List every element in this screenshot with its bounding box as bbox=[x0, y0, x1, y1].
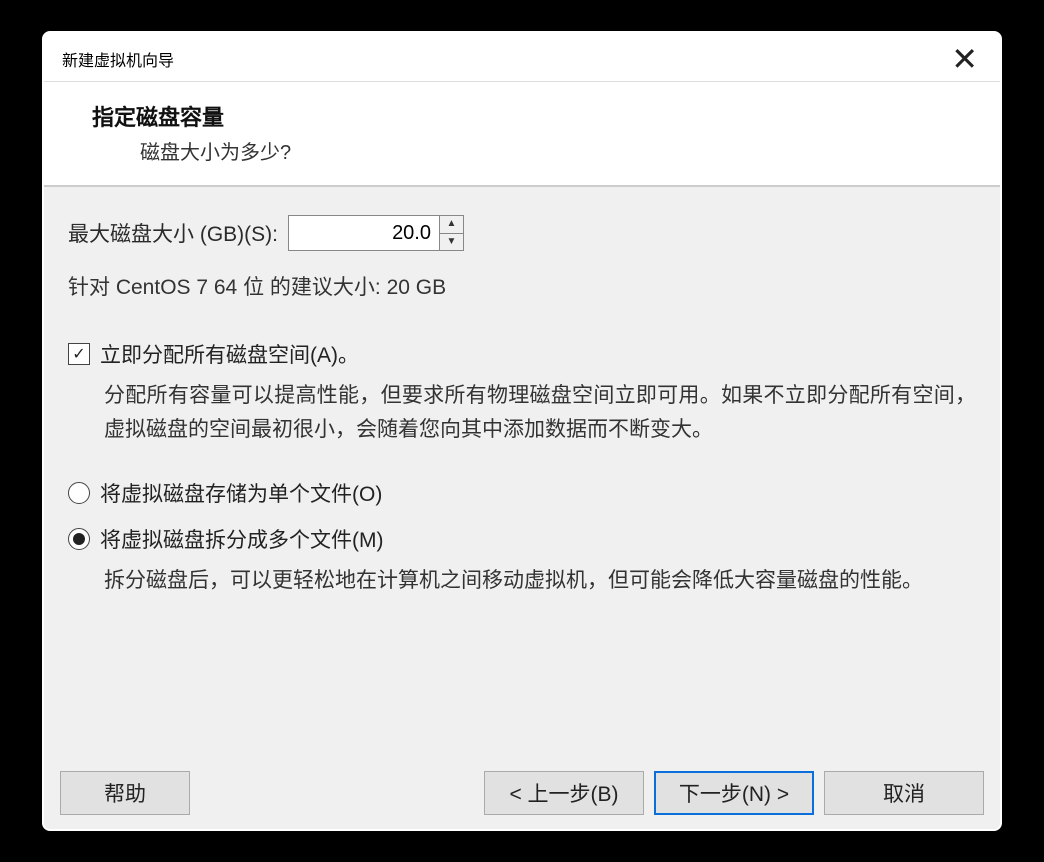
split-files-radio[interactable] bbox=[68, 528, 90, 550]
split-files-desc: 拆分磁盘后，可以更轻松地在计算机之间移动虚拟机，但可能会降低大容量磁盘的性能。 bbox=[104, 564, 976, 598]
page-title: 指定磁盘容量 bbox=[92, 100, 968, 132]
disk-size-input[interactable] bbox=[289, 216, 439, 250]
window-title: 新建虚拟机向导 bbox=[62, 47, 174, 71]
recommended-size-text: 针对 CentOS 7 64 位 的建议大小: 20 GB bbox=[68, 271, 976, 301]
single-file-label[interactable]: 将虚拟磁盘存储为单个文件(O) bbox=[100, 478, 382, 508]
spinner-down-icon[interactable]: ▼ bbox=[440, 234, 463, 251]
allocate-now-row[interactable]: ✓ 立即分配所有磁盘空间(A)。 bbox=[68, 339, 976, 369]
wizard-header: 指定磁盘容量 磁盘大小为多少? bbox=[44, 82, 1000, 187]
disk-size-label: 最大磁盘大小 (GB)(S): bbox=[68, 218, 278, 248]
spinner-buttons: ▲ ▼ bbox=[439, 216, 463, 250]
single-file-radio[interactable] bbox=[68, 482, 90, 504]
titlebar: 新建虚拟机向导 ✕ bbox=[44, 33, 1000, 82]
page-subtitle: 磁盘大小为多少? bbox=[140, 136, 968, 165]
wizard-content: 最大磁盘大小 (GB)(S): ▲ ▼ 针对 CentOS 7 64 位 的建议… bbox=[44, 187, 1000, 761]
spinner-up-icon[interactable]: ▲ bbox=[440, 216, 463, 234]
new-vm-wizard-dialog: 新建虚拟机向导 ✕ 指定磁盘容量 磁盘大小为多少? 最大磁盘大小 (GB)(S)… bbox=[42, 31, 1002, 831]
disk-size-spinner[interactable]: ▲ ▼ bbox=[288, 215, 464, 251]
allocate-now-label[interactable]: 立即分配所有磁盘空间(A)。 bbox=[100, 339, 359, 369]
split-files-row[interactable]: 将虚拟磁盘拆分成多个文件(M) bbox=[68, 524, 976, 554]
cancel-button[interactable]: 取消 bbox=[824, 771, 984, 815]
close-icon[interactable]: ✕ bbox=[945, 43, 984, 75]
wizard-footer: 帮助 < 上一步(B) 下一步(N) > 取消 bbox=[44, 761, 1000, 829]
help-button[interactable]: 帮助 bbox=[60, 771, 190, 815]
split-files-label[interactable]: 将虚拟磁盘拆分成多个文件(M) bbox=[100, 524, 383, 554]
allocate-now-checkbox[interactable]: ✓ bbox=[68, 343, 90, 365]
disk-size-row: 最大磁盘大小 (GB)(S): ▲ ▼ bbox=[68, 215, 976, 251]
allocate-now-desc: 分配所有容量可以提高性能，但要求所有物理磁盘空间立即可用。如果不立即分配所有空间… bbox=[104, 379, 976, 446]
single-file-row[interactable]: 将虚拟磁盘存储为单个文件(O) bbox=[68, 478, 976, 508]
next-button[interactable]: 下一步(N) > bbox=[654, 771, 814, 815]
back-button[interactable]: < 上一步(B) bbox=[484, 771, 644, 815]
